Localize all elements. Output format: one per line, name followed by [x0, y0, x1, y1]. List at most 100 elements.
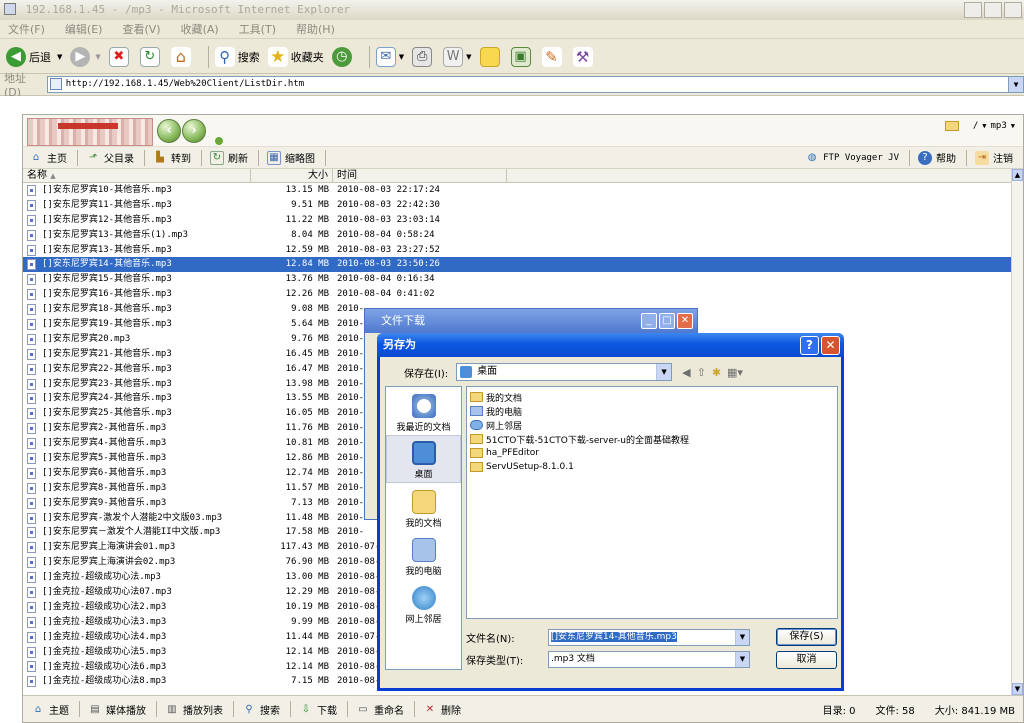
- mail-button[interactable]: ✉ ▼: [375, 46, 404, 67]
- address-input[interactable]: http://192.168.1.45/Web%20Client/ListDir…: [46, 76, 1024, 93]
- edit-button[interactable]: W ▼: [443, 46, 472, 67]
- thumbnails-button[interactable]: ▦ 缩略图: [267, 150, 315, 165]
- column-header-time[interactable]: 时间: [333, 169, 507, 182]
- favorites-label: 收藏夹: [290, 50, 324, 64]
- save-button[interactable]: 保存(S): [776, 628, 837, 646]
- save-in-dropdown-icon[interactable]: ▼: [656, 364, 672, 380]
- path-root[interactable]: /: [973, 121, 978, 131]
- ftp-refresh-button[interactable]: ↻ 刷新: [210, 150, 248, 165]
- search-button[interactable]: ⚲ 搜索: [214, 46, 260, 67]
- close-button[interactable]: [1004, 2, 1022, 18]
- file-row[interactable]: []安东尼罗宾13-其他音乐.mp3 12.59 MB 2010-08-03 23:…: [23, 243, 1011, 258]
- file-row[interactable]: []安东尼罗宾12-其他音乐.mp3 11.22 MB 2010-08-03 23:…: [23, 213, 1011, 228]
- back-dropdown-icon[interactable]: ▼: [57, 53, 62, 61]
- refresh-button[interactable]: ↻: [139, 46, 163, 67]
- file-row[interactable]: []安东尼罗宾14-其他音乐.mp3 12.84 MB 2010-08-03 23:…: [23, 257, 1011, 273]
- nav-forward-button[interactable]: ›: [182, 119, 206, 143]
- filename-input[interactable]: []安东尼罗宾14-其他音乐.mp3 ▼: [548, 629, 750, 646]
- menu-help[interactable]: 帮助(H): [296, 21, 335, 37]
- back-circle-icon[interactable]: ◀: [682, 366, 690, 379]
- discuss-button[interactable]: [479, 46, 503, 67]
- delete-button[interactable]: ✕ 删除: [423, 702, 461, 717]
- tools-button-2[interactable]: ⚒: [572, 46, 596, 67]
- nav-back-button[interactable]: ‹: [157, 119, 181, 143]
- scroll-down-icon[interactable]: ▼: [1012, 683, 1023, 695]
- menu-tools[interactable]: 工具(T): [239, 21, 276, 37]
- back-button[interactable]: ◀ 后退 ▼: [6, 46, 62, 67]
- path-dropdown-icon[interactable]: ▼: [982, 122, 986, 130]
- view-menu-icon[interactable]: ▦▾: [727, 366, 743, 379]
- file-row[interactable]: []安东尼罗宾16-其他音乐.mp3 12.26 MB 2010-08-04 0:4…: [23, 287, 1011, 302]
- file-search-button[interactable]: ⚲ 搜索: [242, 702, 280, 717]
- print-button[interactable]: ⎙: [412, 46, 435, 67]
- save-as-close-button[interactable]: ✕: [821, 336, 840, 355]
- path-current-dropdown-icon[interactable]: ▼: [1011, 122, 1015, 130]
- column-header-filler: [507, 169, 1011, 182]
- media-play-button[interactable]: ▤ 媒体播放: [88, 702, 146, 717]
- tools-button-1[interactable]: ✎: [541, 46, 565, 67]
- address-dropdown-icon[interactable]: ▼: [1008, 77, 1023, 92]
- path-current[interactable]: mp3: [991, 121, 1007, 131]
- home-button[interactable]: ⌂: [170, 46, 194, 67]
- edit-dropdown-icon[interactable]: ▼: [466, 53, 471, 61]
- column-header-size[interactable]: 大小: [251, 169, 333, 182]
- browser-item[interactable]: ha_PFEditor: [467, 446, 837, 460]
- topic-button[interactable]: ⌂ 主题: [31, 702, 69, 717]
- rename-button[interactable]: ▭ 重命名: [356, 702, 404, 717]
- history-button[interactable]: ◷: [331, 46, 355, 67]
- file-row[interactable]: []安东尼罗宾10-其他音乐.mp3 13.15 MB 2010-08-03 22:…: [23, 183, 1011, 198]
- browser-item[interactable]: 51CTO下载-51CTO下载-server-u的全面基础教程: [467, 432, 837, 446]
- place-recent[interactable]: 我最近的文档: [386, 387, 461, 435]
- file-row[interactable]: []安东尼罗宾15-其他音乐.mp3 13.76 MB 2010-08-04 0:1…: [23, 272, 1011, 287]
- home-page-button[interactable]: ⌂ 主页: [29, 150, 67, 165]
- stop-button[interactable]: ✖: [108, 46, 132, 67]
- forward-button[interactable]: ▶ ▼: [70, 46, 101, 67]
- menu-edit[interactable]: 编辑(E): [65, 21, 103, 37]
- file-row[interactable]: []安东尼罗宾13-其他音乐(1).mp3 8.04 MB 2010-08-04 0…: [23, 228, 1011, 243]
- file-list-scrollbar[interactable]: ▲ ▼: [1011, 169, 1023, 695]
- menu-view[interactable]: 查看(V): [122, 21, 160, 37]
- filetype-select[interactable]: .mp3 文档 ▼: [548, 651, 750, 668]
- favorites-button[interactable]: ★ 收藏夹: [267, 46, 324, 67]
- place-my-documents[interactable]: 我的文档: [386, 483, 461, 531]
- file-name-cell: []安东尼罗宾18-其他音乐.mp3: [23, 302, 251, 317]
- playlist-button[interactable]: ▥ 播放列表: [165, 702, 223, 717]
- messenger-button[interactable]: ▣: [510, 46, 534, 67]
- forward-dropdown-icon[interactable]: ▼: [95, 53, 100, 61]
- filename-value: []安东尼罗宾14-其他音乐.mp3: [551, 632, 677, 642]
- place-desktop[interactable]: 桌面: [386, 435, 461, 483]
- filetype-dropdown-icon[interactable]: ▼: [735, 652, 749, 667]
- parent-dir-button[interactable]: ⬏ 父目录: [86, 150, 134, 165]
- scroll-up-icon[interactable]: ▲: [1012, 169, 1023, 181]
- up-folder-icon[interactable]: ⇧: [697, 366, 706, 379]
- column-header-name[interactable]: 名称 ▲: [23, 169, 251, 182]
- browser-item[interactable]: 我的文档: [467, 390, 837, 404]
- help-question-button[interactable]: ?: [800, 336, 819, 355]
- dl-close-button[interactable]: ✕: [677, 313, 693, 329]
- save-in-combo[interactable]: 桌面 ▼: [456, 363, 673, 381]
- menu-file[interactable]: 文件(F): [8, 21, 45, 37]
- topic-icon: ⌂: [34, 703, 42, 715]
- note-icon: [479, 46, 500, 67]
- dl-maximize-button[interactable]: □: [659, 313, 675, 329]
- browser-item[interactable]: 我的电脑: [467, 404, 837, 418]
- help-button[interactable]: ? 帮助: [918, 150, 956, 165]
- filename-dropdown-icon[interactable]: ▼: [735, 630, 749, 645]
- browser-item[interactable]: ServUSetup-8.1.0.1: [467, 460, 837, 474]
- place-network[interactable]: 网上邻居: [386, 579, 461, 627]
- new-folder-icon[interactable]: ✱: [712, 366, 721, 379]
- browser-item[interactable]: 网上邻居: [467, 418, 837, 432]
- maximize-button[interactable]: [984, 2, 1002, 18]
- pc-icon: [470, 406, 483, 416]
- place-my-computer[interactable]: 我的电脑: [386, 531, 461, 579]
- minimize-button[interactable]: [964, 2, 982, 18]
- menu-favorites[interactable]: 收藏(A): [181, 21, 219, 37]
- download-button[interactable]: ⇩ 下载: [299, 702, 337, 717]
- file-row[interactable]: []安东尼罗宾11-其他音乐.mp3 9.51 MB 2010-08-03 22:4…: [23, 198, 1011, 213]
- ftp-voyager-button[interactable]: ◍ FTP Voyager JV: [805, 151, 899, 165]
- logout-button[interactable]: ⇥ 注销: [975, 150, 1013, 165]
- cancel-button[interactable]: 取消: [776, 651, 837, 669]
- dl-minimize-button[interactable]: _: [641, 313, 657, 329]
- mail-dropdown-icon[interactable]: ▼: [399, 53, 404, 61]
- goto-button[interactable]: ▙ 转到: [153, 150, 191, 165]
